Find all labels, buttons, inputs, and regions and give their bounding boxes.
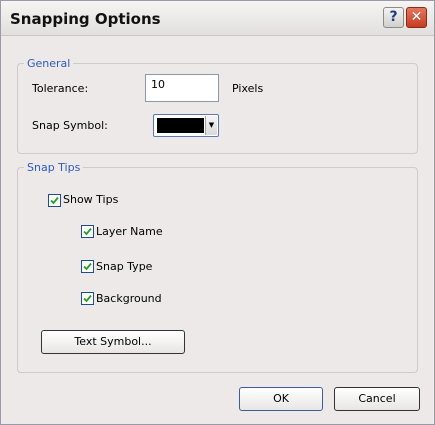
tolerance-value: 10	[151, 78, 165, 91]
show-tips-label[interactable]: Show Tips	[63, 193, 118, 206]
checkmark-icon	[50, 196, 59, 205]
cancel-button[interactable]: Cancel	[334, 387, 420, 411]
chevron-down-icon[interactable]: ▼	[205, 116, 217, 135]
tolerance-label: Tolerance:	[32, 82, 89, 95]
tolerance-input[interactable]: 10	[145, 74, 219, 102]
layer-name-checkbox[interactable]	[81, 225, 94, 238]
general-legend: General	[24, 57, 74, 70]
checkmark-icon	[83, 262, 92, 271]
close-button[interactable]: ✕	[406, 7, 427, 28]
layer-name-label[interactable]: Layer Name	[96, 225, 163, 238]
cancel-button-label: Cancel	[358, 392, 396, 405]
background-label[interactable]: Background	[96, 292, 162, 305]
checkmark-icon	[83, 227, 92, 236]
text-symbol-button[interactable]: Text Symbol...	[41, 330, 185, 354]
snap-tips-legend: Snap Tips	[24, 161, 84, 174]
tolerance-unit-label: Pixels	[232, 82, 264, 95]
text-symbol-button-label: Text Symbol...	[74, 335, 152, 348]
snap-symbol-color-swatch	[157, 118, 204, 133]
help-icon: ?	[389, 9, 398, 25]
help-button[interactable]: ?	[383, 7, 404, 28]
snap-type-checkbox[interactable]	[81, 260, 94, 273]
ok-button[interactable]: OK	[239, 387, 323, 411]
checkmark-icon	[83, 294, 92, 303]
close-icon: ✕	[410, 9, 423, 25]
snapping-options-dialog: Snapping Options ? ✕ General Tolerance: …	[0, 0, 435, 425]
title-bar[interactable]: Snapping Options ? ✕	[1, 1, 434, 36]
snap-symbol-label: Snap Symbol:	[32, 119, 108, 132]
snap-type-label[interactable]: Snap Type	[96, 260, 152, 273]
ok-button-label: OK	[273, 392, 289, 405]
background-checkbox[interactable]	[81, 292, 94, 305]
snap-symbol-dropdown[interactable]: ▼	[153, 114, 219, 137]
show-tips-checkbox[interactable]	[48, 194, 61, 207]
dialog-title: Snapping Options	[10, 10, 161, 28]
